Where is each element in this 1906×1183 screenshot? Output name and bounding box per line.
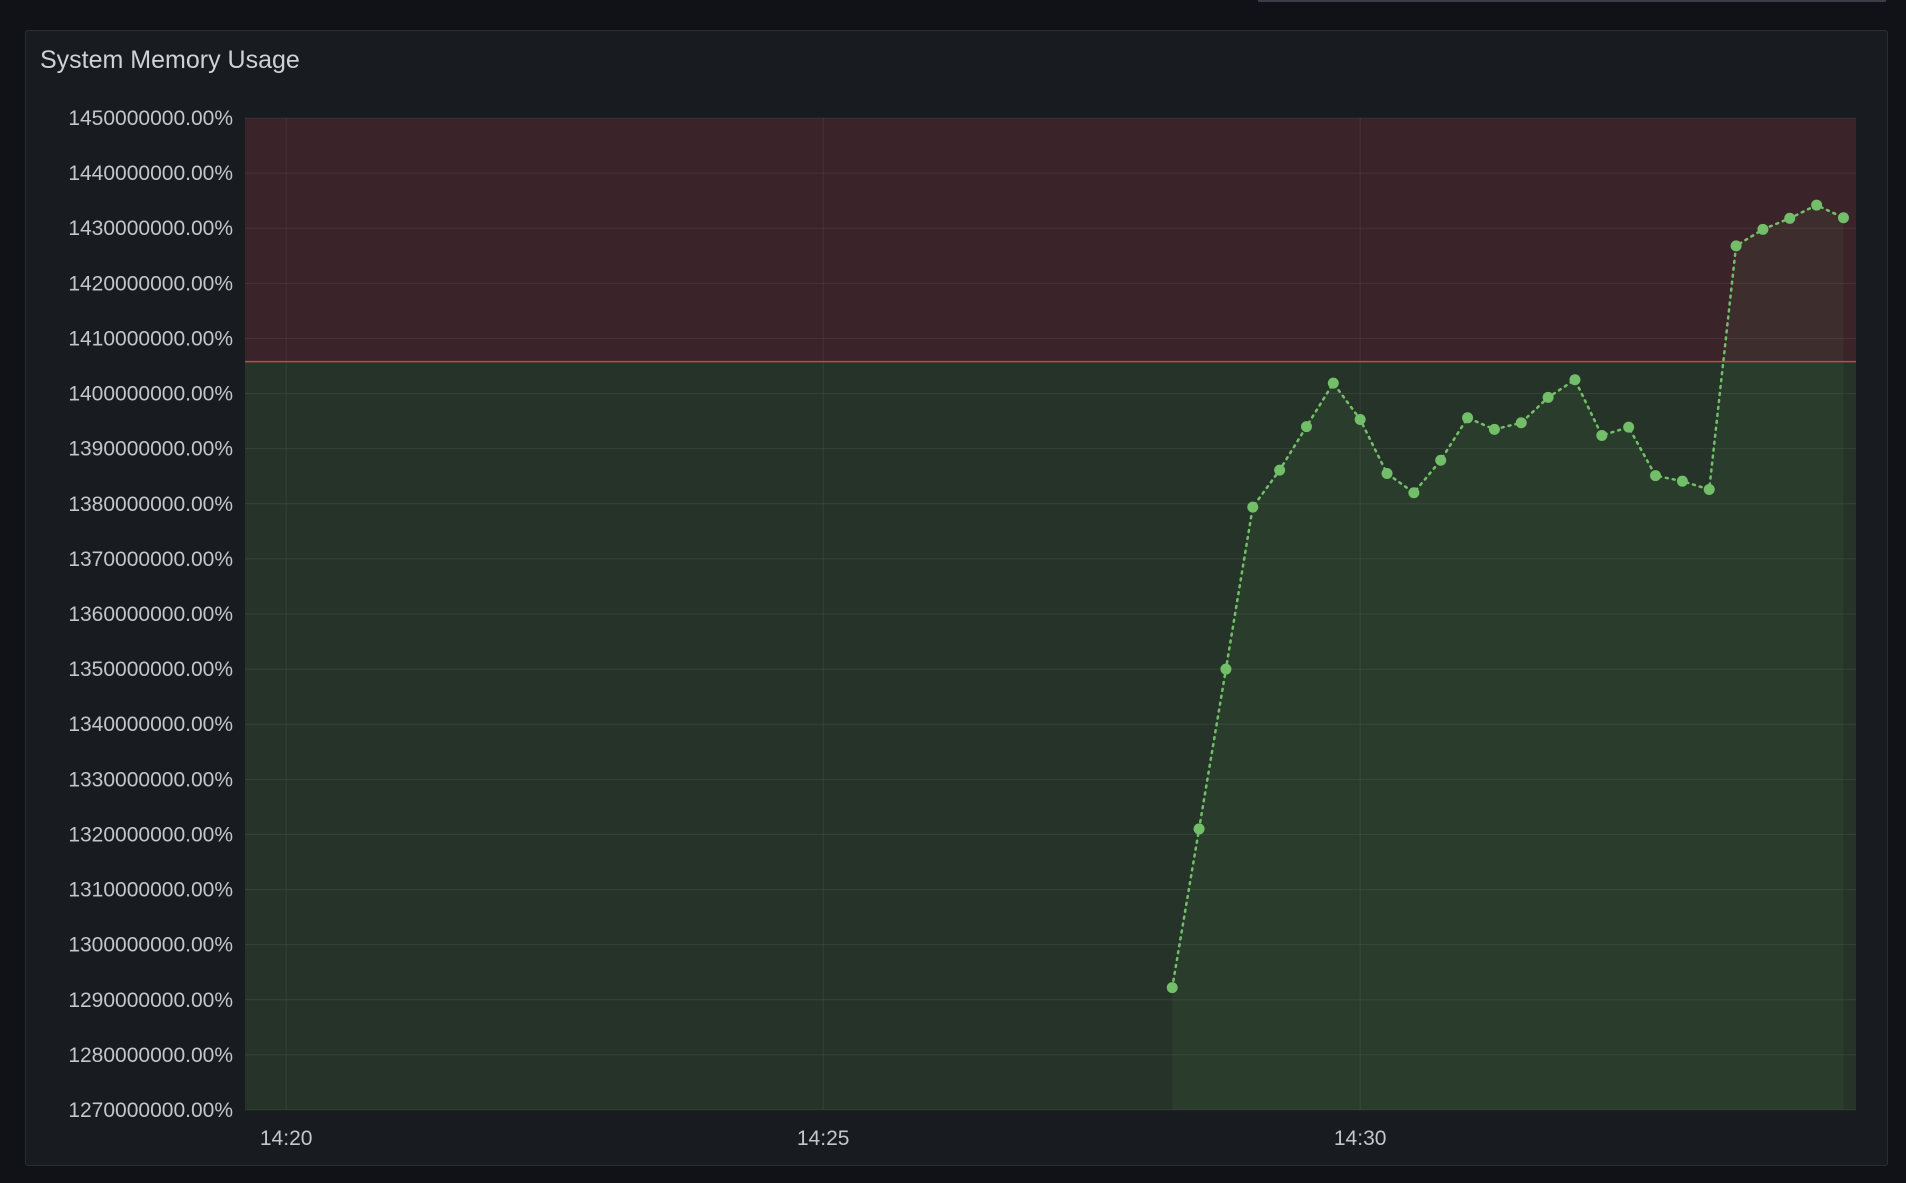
data-point [1837,212,1849,224]
data-point [1247,501,1259,513]
y-tick-label: 1380000000.00% [68,493,233,516]
data-point [1784,212,1796,224]
y-tick-label: 1420000000.00% [68,272,233,295]
data-point [1435,454,1447,466]
data-point [1542,391,1554,403]
data-point [1193,823,1205,835]
y-tick-label: 1400000000.00% [68,383,233,406]
data-point [1676,475,1688,487]
y-tick-label: 1340000000.00% [68,713,233,736]
data-point [1623,421,1635,433]
data-point [1166,982,1178,994]
y-tick-label: 1450000000.00% [68,107,233,130]
y-tick-label: 1440000000.00% [68,162,233,185]
x-tick-label: 14:25 [797,1127,850,1150]
y-tick-label: 1300000000.00% [68,934,233,957]
chart-svg: 1270000000.00% 1280000000.00% 1290000000.0… [68,107,1856,1150]
data-point [1650,470,1662,482]
data-point [1811,199,1823,211]
x-tick-label: 14:20 [260,1127,313,1150]
y-tick-label: 1330000000.00% [68,768,233,791]
data-point [1488,423,1500,435]
x-tick-label: 14:30 [1334,1127,1387,1150]
y-tick-label: 1350000000.00% [68,658,233,681]
data-point [1730,240,1742,252]
data-point [1274,464,1286,476]
data-point [1569,374,1581,386]
y-tick-label: 1270000000.00% [68,1099,233,1122]
data-point [1757,223,1769,235]
y-tick-label: 1280000000.00% [68,1044,233,1067]
x-axis-ticks: 14:20 14:25 14:30 [260,1127,1387,1150]
data-point [1300,421,1312,433]
data-point [1703,483,1715,495]
y-axis-ticks: 1270000000.00% 1280000000.00% 1290000000.0… [68,107,233,1122]
threshold-band-critical [245,118,1856,362]
data-point [1354,413,1366,425]
y-tick-label: 1310000000.00% [68,879,233,902]
data-point [1327,377,1339,389]
data-point [1381,467,1393,479]
y-tick-label: 1430000000.00% [68,217,233,240]
y-tick-label: 1360000000.00% [68,603,233,626]
y-tick-label: 1290000000.00% [68,989,233,1012]
data-point [1220,663,1232,675]
data-point [1515,417,1527,429]
y-tick-label: 1370000000.00% [68,548,233,571]
data-point [1596,429,1608,441]
y-tick-label: 1320000000.00% [68,823,233,846]
data-point [1408,487,1420,499]
y-tick-label: 1390000000.00% [68,438,233,461]
y-tick-label: 1410000000.00% [68,327,233,350]
data-point [1462,412,1474,424]
